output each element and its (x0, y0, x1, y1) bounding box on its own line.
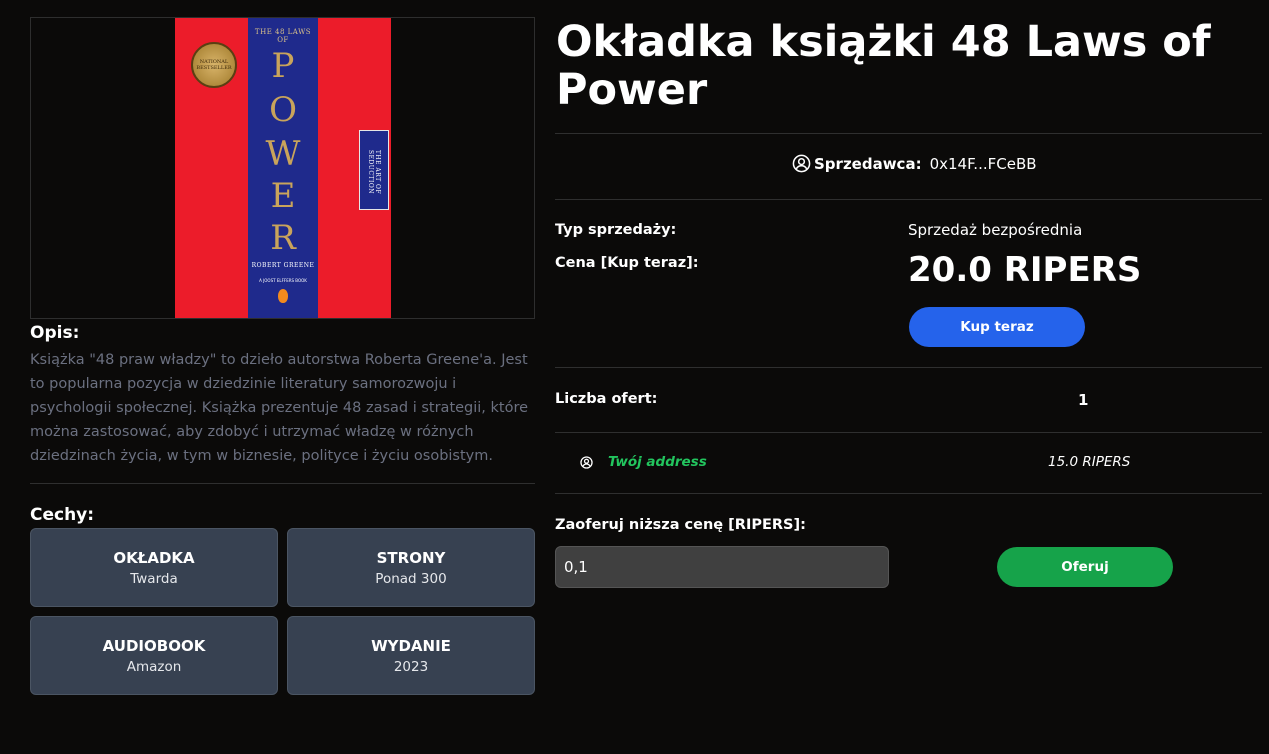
feature-name: WYDANIE (371, 637, 451, 655)
bestseller-seal: NATIONAL BESTSELLER (191, 42, 237, 88)
cover-letter: P (271, 46, 295, 86)
offers-count-label: Liczba ofert: (555, 391, 658, 407)
seller-label: Sprzedawca: (814, 154, 922, 173)
buy-now-button[interactable]: Kup teraz (909, 307, 1085, 347)
price-label: Cena [Kup teraz]: (555, 255, 699, 271)
page-title: Okładka książki 48 Laws of Power (556, 17, 1211, 115)
feature-name: AUDIOBOOK (102, 637, 206, 655)
feature-card-edition: WYDANIE 2023 (287, 616, 535, 695)
divider (555, 493, 1262, 494)
cover-letter: W (265, 134, 301, 174)
feature-name: STRONY (376, 549, 446, 567)
seal-text: NATIONAL BESTSELLER (196, 58, 232, 72)
description-text: Książka "48 praw władzy" to dzieło autor… (30, 352, 529, 464)
penguin-logo-icon (278, 289, 288, 303)
feature-card-cover: OKŁADKA Twarda (30, 528, 278, 607)
cover-series-text: THE 48 LAWS OF (254, 28, 312, 44)
side-book-cover: THE ART OF SEDUCTION (359, 130, 389, 210)
offers-count-value: 1 (1078, 391, 1089, 409)
feature-card-pages: STRONY Ponad 300 (287, 528, 535, 607)
make-offer-label: Zaoferuj niższa cenę [RIPERS]: (555, 517, 806, 533)
seller-info: Sprzedawca: 0x14F...FCeBB (792, 154, 1037, 173)
side-book-text: THE ART OF SEDUCTION (367, 149, 381, 195)
description-heading: Opis: (30, 323, 80, 343)
feature-value: Amazon (126, 659, 182, 675)
cover-letter: O (269, 90, 297, 130)
feature-card-audiobook: AUDIOBOOK Amazon (30, 616, 278, 695)
price-value: 20.0 RIPERS (908, 250, 1142, 290)
cover-letter: E (270, 176, 296, 216)
divider (30, 483, 535, 484)
product-image-frame: THE 48 LAWS OF P O W E R ROBERT GREENE A… (30, 17, 535, 319)
features-heading: Cechy: (30, 505, 95, 525)
feature-name: OKŁADKA (113, 549, 195, 567)
submit-offer-button[interactable]: Oferuj (997, 547, 1173, 587)
book-cover-image: THE 48 LAWS OF P O W E R ROBERT GREENE A… (175, 18, 391, 318)
cover-tagline: A JOOST ELFFERS BOOK (259, 278, 307, 283)
user-circle-icon (792, 154, 811, 173)
divider (555, 199, 1262, 200)
cover-letter: R (270, 218, 296, 258)
feature-value: 2023 (393, 659, 429, 675)
divider (555, 133, 1262, 134)
sale-type-value: Sprzedaż bezpośrednia (908, 221, 1083, 239)
offer-price-input[interactable] (555, 546, 889, 588)
offer-address[interactable]: Twój address (608, 454, 707, 470)
feature-value: Ponad 300 (375, 571, 447, 587)
divider (555, 367, 1262, 368)
cover-author: ROBERT GREENE (251, 262, 315, 269)
feature-value: Twarda (130, 571, 178, 587)
offer-amount: 15.0 RIPERS (1048, 454, 1131, 470)
user-circle-icon (580, 456, 593, 469)
sale-type-label: Typ sprzedaży: (555, 222, 677, 238)
divider (555, 432, 1262, 433)
seller-address[interactable]: 0x14F...FCeBB (930, 155, 1037, 173)
